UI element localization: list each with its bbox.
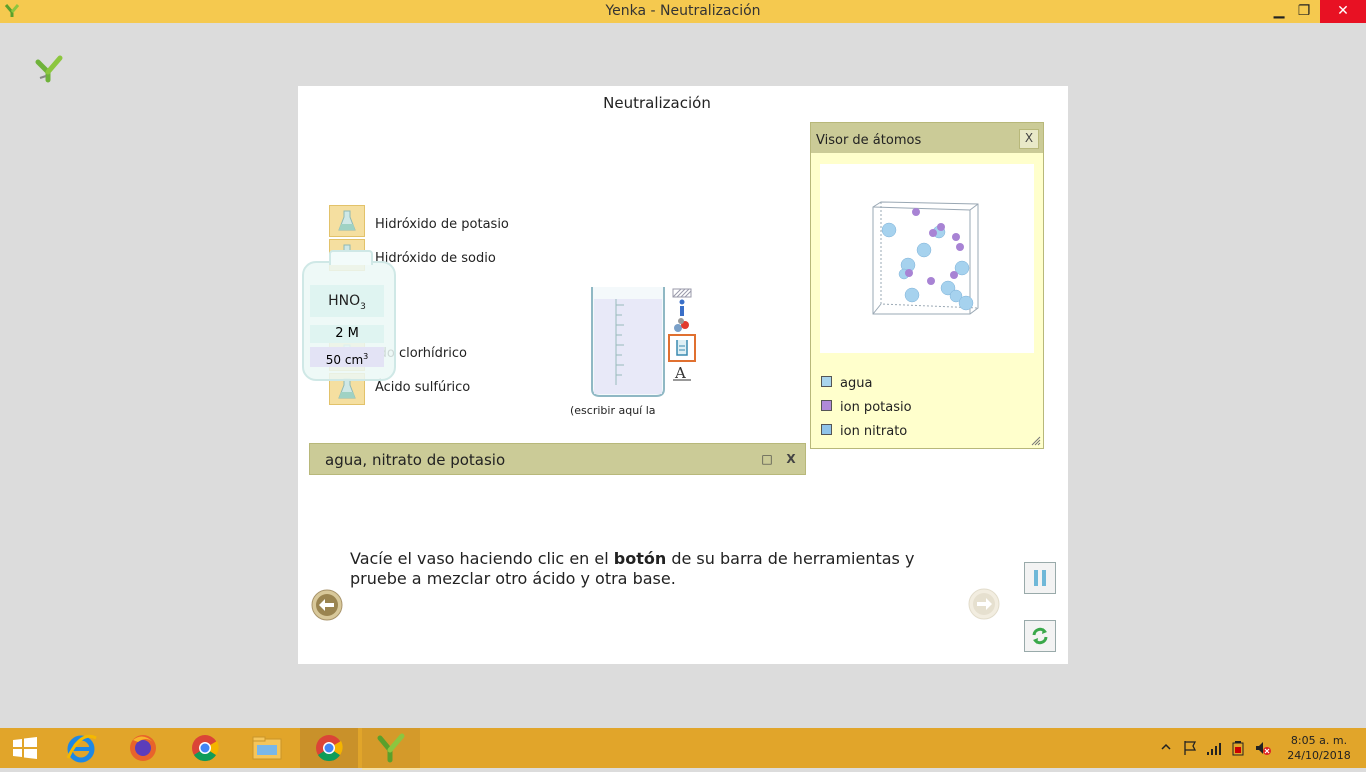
info-icon[interactable] [671, 298, 693, 318]
file-explorer-icon[interactable] [238, 728, 296, 768]
yenka-icon [377, 733, 405, 763]
internet-explorer-icon[interactable] [52, 728, 110, 768]
chemical-label[interactable]: Hidróxido de sodio [375, 251, 496, 266]
chrome-taskbar-item[interactable] [300, 728, 358, 768]
maximize-panel-button[interactable]: □ [758, 450, 776, 468]
window-title: Yenka - Neutralización [605, 3, 761, 19]
clock-time: 8:05 a. m. [1290, 734, 1348, 747]
windows-start-icon[interactable] [0, 728, 50, 768]
bottle-volume[interactable]: 50 cm3 [310, 347, 384, 367]
pause-button[interactable] [1024, 562, 1056, 594]
atom-viewer-header[interactable]: Visor de átomos X [811, 123, 1043, 153]
bottle-concentration[interactable]: 2 M [310, 325, 384, 343]
resize-grip-icon[interactable] [1031, 436, 1041, 446]
lesson-page: Neutralización Hidróxido de potasio Hidr… [298, 86, 1068, 664]
window-titlebar: Yenka - Neutralización ▁ ❐ ✕ [0, 0, 1366, 23]
beaker[interactable] [590, 285, 666, 399]
legend-item-potassium-ion: ion potasio [821, 400, 912, 415]
previous-step-button[interactable] [311, 589, 343, 621]
next-step-button[interactable] [968, 588, 1000, 620]
beaker-label[interactable]: (escribir aquí la [570, 404, 690, 417]
battery-icon[interactable] [1230, 740, 1248, 756]
system-clock[interactable]: 8:05 a. m. 24/10/2018 [1284, 733, 1354, 763]
close-button[interactable]: ✕ [1320, 0, 1366, 23]
atom-viewer-close-button[interactable]: X [1019, 129, 1039, 149]
bottle-cap [329, 250, 373, 265]
reaction-result-panel: agua, nitrato de potasio □ X [309, 443, 806, 475]
flask-icon [338, 378, 356, 399]
chrome-icon [316, 735, 343, 762]
chemical-slot-potassium-hydroxide[interactable] [329, 205, 365, 237]
legend-item-nitrate-ion: ion nitrato [821, 424, 907, 439]
legend-swatch [821, 424, 832, 435]
atom-viewer-panel: Visor de átomos X agua ion potasio ion n… [810, 122, 1044, 449]
atom-box-visualization [820, 164, 1034, 353]
legend-item-water: agua [821, 376, 872, 391]
hatch-icon[interactable] [671, 288, 693, 298]
instruction-text: Vacíe el vaso haciendo clic en el botón … [350, 549, 915, 588]
refresh-icon [1032, 627, 1048, 645]
chemical-label[interactable]: Ácido sulfúrico [375, 380, 470, 395]
empty-beaker-button[interactable] [668, 334, 696, 362]
clock-date: 24/10/2018 [1287, 749, 1351, 762]
atom-viewer-title: Visor de átomos [816, 133, 922, 148]
text-label-icon[interactable]: A [671, 362, 693, 382]
chrome-icon[interactable] [176, 728, 234, 768]
volume-muted-icon[interactable] [1254, 740, 1272, 756]
legend-swatch [821, 400, 832, 411]
close-panel-button[interactable]: X [782, 450, 800, 468]
pause-icon [1034, 570, 1046, 586]
firefox-icon[interactable] [114, 728, 172, 768]
yenka-taskbar-item[interactable] [362, 728, 420, 770]
reaction-result-text: agua, nitrato de potasio [325, 451, 506, 469]
page-title: Neutralización [603, 94, 711, 112]
svg-text:A: A [674, 364, 686, 382]
reset-button[interactable] [1024, 620, 1056, 652]
chemical-label[interactable]: Hidróxido de potasio [375, 217, 509, 232]
flag-icon[interactable] [1182, 740, 1198, 756]
network-icon[interactable] [1206, 740, 1224, 756]
chevron-up-icon[interactable] [1160, 740, 1172, 754]
yenka-logo-icon[interactable] [34, 54, 64, 84]
molecule-view-icon[interactable] [671, 316, 693, 336]
legend-swatch [821, 376, 832, 387]
bottle-formula: HNO3 [310, 285, 384, 317]
restore-button[interactable]: ❐ [1289, 0, 1319, 23]
taskbar: 8:05 a. m. 24/10/2018 [0, 728, 1366, 770]
nitric-acid-bottle[interactable]: HNO3 2 M 50 cm3 [302, 250, 396, 381]
flask-icon [338, 210, 356, 231]
